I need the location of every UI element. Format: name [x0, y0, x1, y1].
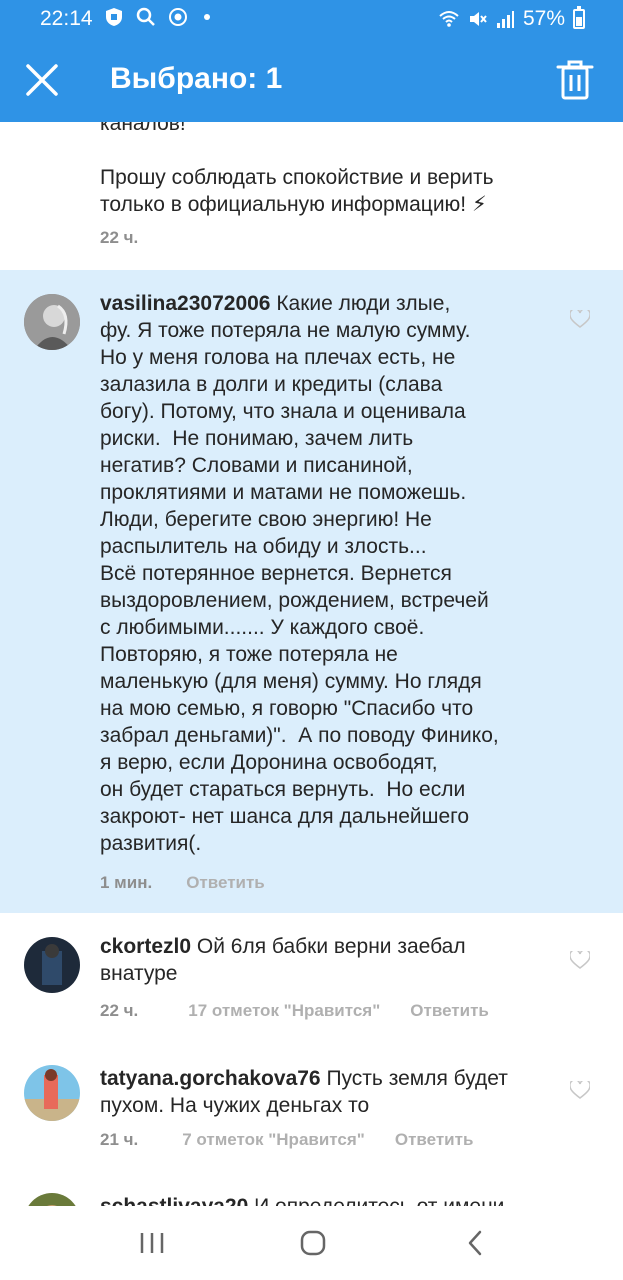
heart-icon[interactable] — [570, 310, 590, 328]
comment-item[interactable]: tatyana.gorchakova76 Пусть земля будет п… — [0, 1045, 623, 1175]
comment-first-line: schastlivaya20 И определитесь от имени — [100, 1193, 504, 1206]
comment-text-line: закроют- нет шанса для дальнейшего — [100, 805, 470, 828]
avatar[interactable] — [24, 937, 80, 993]
home-icon[interactable] — [298, 1228, 328, 1258]
comment-text-line: залазила в долги и кредиты (слава — [100, 373, 443, 396]
comment-first-line: vasilina23072006 Какие люди злые, — [100, 290, 570, 317]
comment-text-line: пухом. На чужих деньгах то — [100, 1094, 370, 1117]
shield-icon — [106, 8, 122, 26]
comment-text-line: И определитесь от имени — [248, 1195, 504, 1206]
comment-text-line: развития(. — [100, 832, 202, 855]
comment-item[interactable]: ckortezl0 Ой 6ля бабки верни заебал внат… — [0, 913, 623, 1045]
wifi-icon — [439, 11, 459, 27]
mute-icon — [469, 12, 487, 26]
comment-body: vasilina23072006 Какие люди злые, фу. Я … — [100, 290, 570, 857]
comment-text-line: выздоровлением, рождением, встречей — [100, 589, 489, 612]
comment-text-line: Пусть земля будет — [320, 1067, 508, 1090]
comment-text-line: внатуре — [100, 962, 178, 985]
comment-text-line: Но у меня голова на плечах есть, не — [100, 346, 456, 369]
avatar[interactable] — [24, 1193, 80, 1206]
chrome-icon — [169, 8, 187, 26]
comment-item[interactable]: schastlivaya20 И определитесь от имени — [0, 1175, 623, 1206]
heart-icon[interactable] — [570, 1081, 590, 1099]
comment-text-line: с любимыми....... У каждого своё. — [100, 616, 425, 639]
trash-icon[interactable] — [555, 58, 595, 102]
status-bar: 22:14 57% — [0, 0, 623, 38]
avatar-image — [24, 1065, 80, 1121]
comment-text-line: риски. Не понимаю, зачем лить — [100, 427, 414, 450]
heart-icon[interactable] — [570, 951, 590, 969]
comment-text-line: только в официальную информацию! ⚡ — [100, 193, 487, 216]
comment-text-line: он будет стараться вернуть. Но если — [100, 778, 466, 801]
comment-text-line: Прошу соблюдать спокойствие и верить — [100, 166, 494, 189]
close-icon[interactable] — [20, 58, 64, 102]
back-icon[interactable] — [461, 1228, 491, 1258]
selection-app-bar: Выбрано: 1 — [0, 38, 623, 122]
comment-text-line: проклятиями и матами не поможешь. — [100, 481, 467, 504]
battery-icon — [573, 6, 585, 29]
comment-text-partial: каналов! — [100, 122, 186, 135]
reply-button[interactable]: Ответить — [395, 1130, 474, 1150]
comment-username[interactable]: schastlivaya20 — [100, 1195, 248, 1206]
battery-percent: 57% — [522, 7, 565, 30]
avatar[interactable] — [24, 1065, 80, 1121]
likes-count[interactable]: 7 отметок "Нравится" — [182, 1130, 365, 1150]
comment-text-line: Люди, берегите свою энергию! Не — [100, 508, 432, 531]
recent-apps-icon[interactable] — [137, 1228, 167, 1258]
comment-text-line: распылитель на обиду и злость... — [100, 535, 427, 558]
comment-time: 21 ч. — [100, 1130, 139, 1149]
comments-list[interactable]: каналов! Прошу соблюдать спокойствие и в… — [0, 122, 623, 1206]
comment-text-line: Ой 6ля бабки верни заебал — [191, 935, 466, 958]
selected-comment[interactable]: vasilina23072006 Какие люди злые, фу. Я … — [0, 270, 623, 913]
comment-text-line: богу). Потому, что знала и оценивала — [100, 400, 466, 423]
avatar-image — [24, 1193, 80, 1206]
comment-time: 22 ч. — [100, 228, 139, 247]
comment-username[interactable]: ckortezl0 — [100, 935, 191, 958]
search-icon — [136, 7, 155, 26]
comment-text-line: Какие люди злые, — [270, 292, 451, 315]
signal-icon — [496, 11, 514, 28]
comment-text-line: негатив? Словами и писаниной, — [100, 454, 413, 477]
comment-username[interactable]: tatyana.gorchakova76 — [100, 1067, 321, 1090]
likes-count[interactable]: 17 отметок "Нравится" — [188, 1001, 380, 1021]
comment-text-line: Повторяю, я тоже потеряла не — [100, 643, 398, 666]
system-nav-bar — [0, 1206, 623, 1280]
comment-username[interactable]: vasilina23072006 — [100, 292, 270, 315]
notification-dot-icon — [204, 14, 210, 20]
comment-text-line: забрал деньгами)". А по поводу Финико, — [100, 724, 499, 747]
avatar-image — [24, 294, 80, 350]
reply-button[interactable]: Ответить — [186, 873, 265, 893]
avatar-image — [24, 937, 80, 993]
comment-text-line: Всё потерянное вернется. Вернется — [100, 562, 452, 585]
comment-first-line: ckortezl0 Ой 6ля бабки верни заебал — [100, 933, 466, 960]
page-title: Выбрано: 1 — [110, 62, 283, 95]
comment-text-line: фу. Я тоже потеряла не малую сумму. — [100, 319, 471, 342]
reply-button[interactable]: Ответить — [410, 1001, 489, 1021]
comment-text-line: на мою семью, я говорю "Спасибо что — [100, 697, 474, 720]
comment-time: 1 мин. — [100, 873, 153, 892]
comment-text-line: маленькую (для меня) сумму. Но глядя — [100, 670, 482, 693]
status-time: 22:14 — [40, 7, 93, 30]
comment-item[interactable]: каналов! Прошу соблюдать спокойствие и в… — [0, 122, 623, 270]
comment-first-line: tatyana.gorchakova76 Пусть земля будет — [100, 1065, 508, 1092]
battery-level — [576, 16, 582, 26]
comment-text-line: я верю, если Доронина освободят, — [100, 751, 438, 774]
comment-time: 22 ч. — [100, 1001, 139, 1020]
avatar[interactable] — [24, 294, 80, 350]
